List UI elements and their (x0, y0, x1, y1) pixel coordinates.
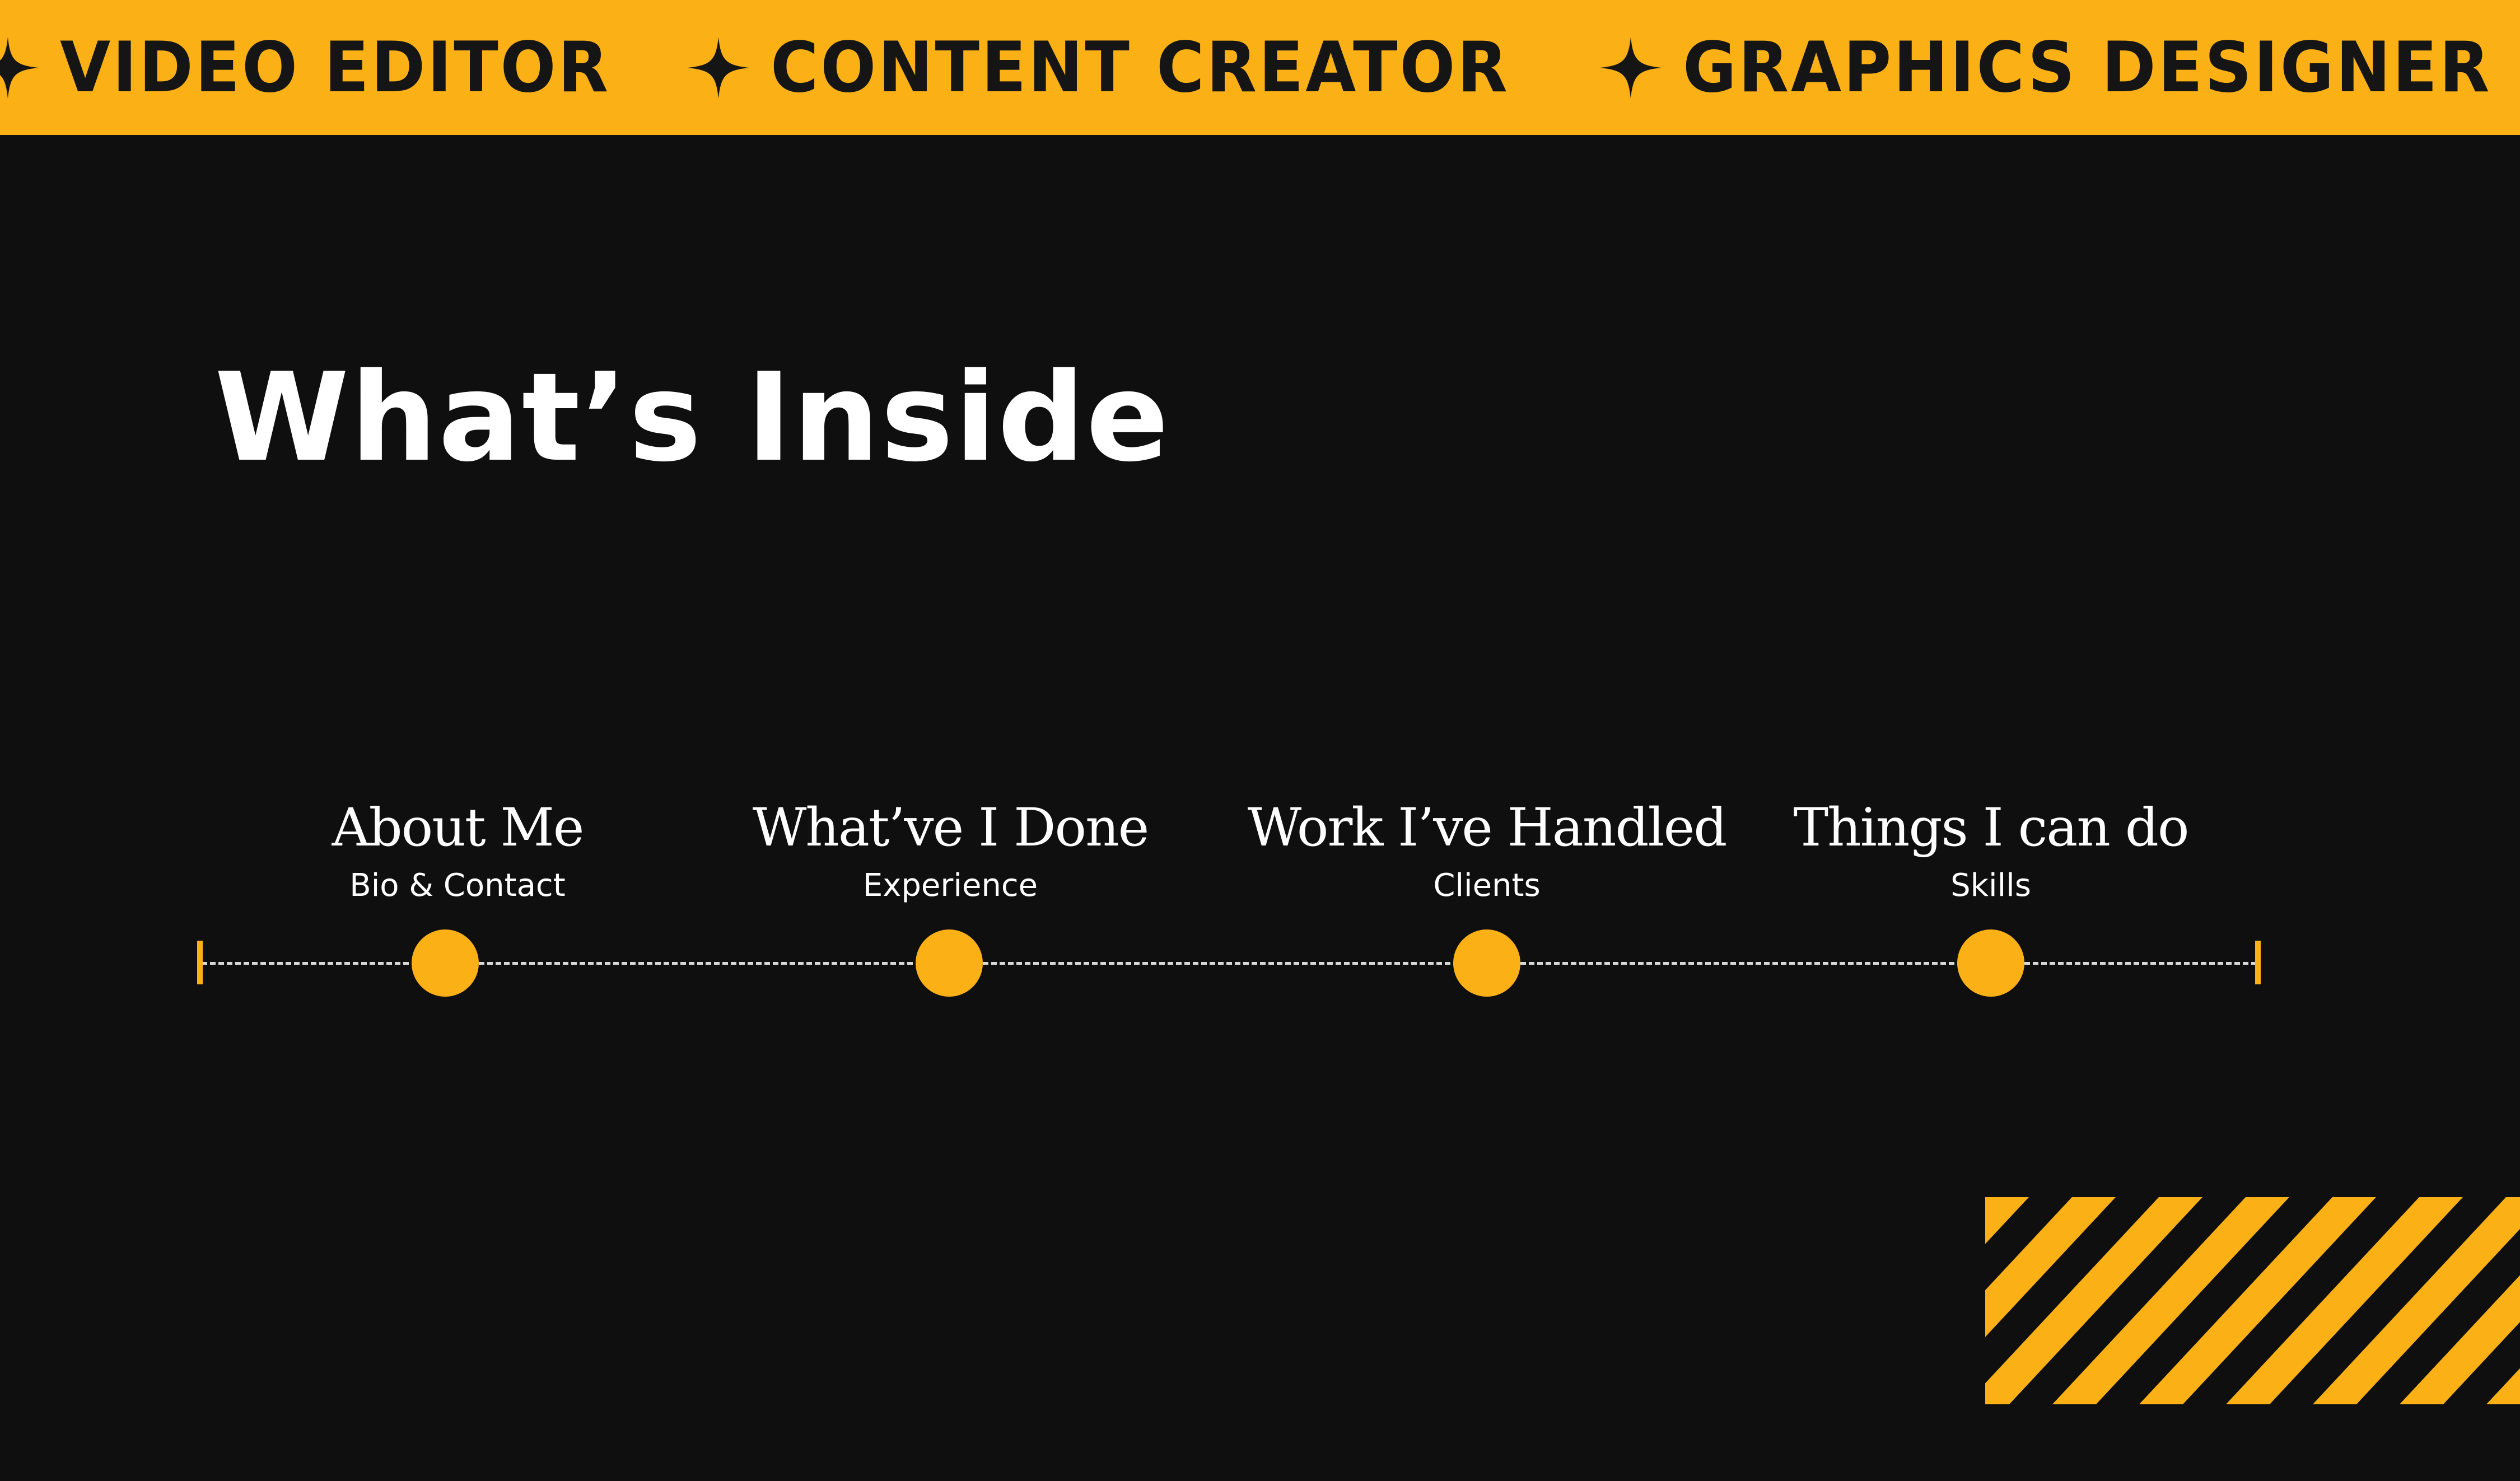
section-subtitle: Clients (1433, 867, 1541, 904)
timeline-dot-clients[interactable] (1453, 929, 1520, 997)
four-point-star-icon (1599, 36, 1662, 99)
four-point-star-icon (688, 36, 750, 99)
section-heading: What’ve I Done (752, 797, 1150, 858)
page-title: What’s Inside (214, 347, 1170, 489)
banner-label: GRAPHICS DESIGNER (1682, 27, 2491, 108)
top-banner: VIDEO EDITOR CONTENT CREATOR GRAPHICS DE… (0, 0, 2520, 135)
four-point-star-icon (0, 36, 39, 99)
slide: VIDEO EDITOR CONTENT CREATOR GRAPHICS DE… (0, 0, 2520, 1481)
section-heading: Work I’ve Handled (1247, 797, 1728, 858)
timeline-dot-skills[interactable] (1957, 929, 2024, 997)
section-heading: About Me (332, 797, 585, 858)
hazard-stripes (1985, 1197, 2520, 1404)
timeline-dashed-line (202, 962, 2257, 965)
section-subtitle: Bio & Contact (349, 867, 566, 904)
section-subtitle: Skills (1950, 867, 2031, 904)
section-heading: Things I can do (1793, 797, 2189, 858)
banner-item-graphics-designer: GRAPHICS DESIGNER (1599, 27, 2520, 108)
banner-label: VIDEO EDITOR (59, 27, 610, 108)
timeline-start-tick (197, 941, 203, 984)
timeline-dot-experience[interactable] (916, 929, 983, 997)
section-experience[interactable]: What’ve I Done Experience (698, 802, 1202, 901)
banner-label: CONTENT CREATOR (771, 27, 1510, 108)
timeline-dot-about-me[interactable] (412, 929, 479, 997)
section-subtitle: Experience (862, 867, 1038, 904)
timeline-end-tick (2255, 941, 2261, 984)
banner-item-content-creator: CONTENT CREATOR (688, 27, 1557, 108)
section-clients[interactable]: Work I’ve Handled Clients (1235, 802, 1739, 901)
section-about-me[interactable]: About Me Bio & Contact (206, 802, 710, 901)
section-skills[interactable]: Things I can do Skills (1739, 802, 2243, 901)
banner-item-video-editor: VIDEO EDITOR (0, 27, 645, 108)
